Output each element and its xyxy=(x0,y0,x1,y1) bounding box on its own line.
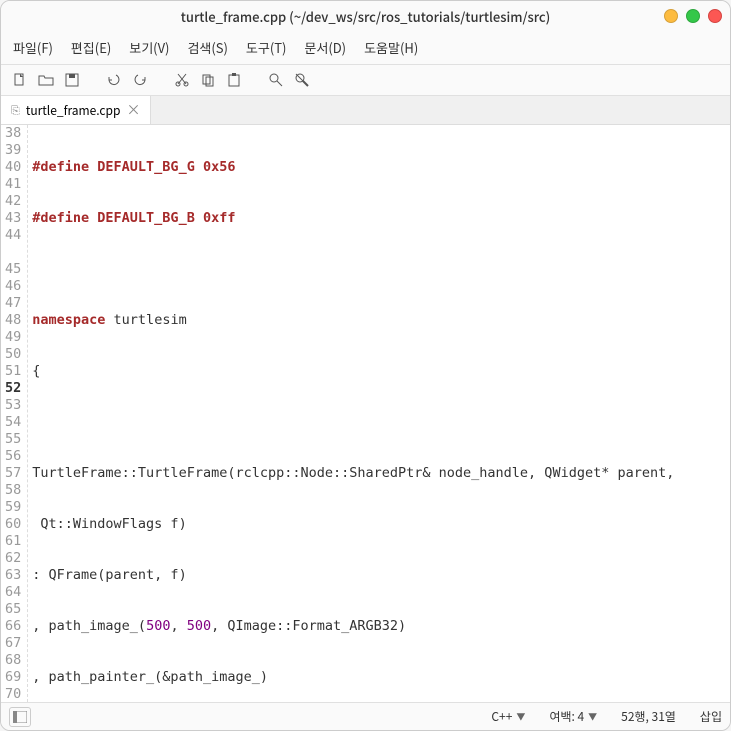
replace-icon[interactable] xyxy=(291,69,313,91)
tabbar: ⎘ turtle_frame.cpp × xyxy=(1,96,730,125)
menu-edit[interactable]: 편집(E) xyxy=(63,35,119,60)
window-controls xyxy=(664,9,722,23)
menubar: 파일(F) 편집(E) 보기(V) 검색(S) 도구(T) 문서(D) 도움말(… xyxy=(1,31,730,65)
open-file-icon[interactable] xyxy=(35,69,57,91)
menu-file[interactable]: 파일(F) xyxy=(5,35,61,60)
menu-search[interactable]: 검색(S) xyxy=(179,35,235,60)
close-button[interactable] xyxy=(708,9,722,23)
editor-window: turtle_frame.cpp (~/dev_ws/src/ros_tutor… xyxy=(0,0,731,731)
chevron-down-icon: ▼ xyxy=(588,710,597,723)
find-icon[interactable] xyxy=(265,69,287,91)
statusbar: C++ ▼ 여백: 4 ▼ 52행, 31열 삽입 xyxy=(1,702,730,730)
cursor-position: 52행, 31열 xyxy=(621,708,676,725)
paste-icon[interactable] xyxy=(223,69,245,91)
tab-close-icon[interactable]: × xyxy=(126,100,140,120)
language-selector[interactable]: C++ ▼ xyxy=(491,708,525,725)
line-gutter: 3839404142434445464748495051525354555657… xyxy=(1,125,28,702)
side-panel-icon[interactable] xyxy=(9,707,31,727)
tab-label: turtle_frame.cpp xyxy=(26,102,121,119)
window-title: turtle_frame.cpp (~/dev_ws/src/ros_tutor… xyxy=(181,7,550,26)
menu-tools[interactable]: 도구(T) xyxy=(238,35,295,60)
code-content[interactable]: #define DEFAULT_BG_G 0x56 #define DEFAUL… xyxy=(28,125,730,702)
titlebar: turtle_frame.cpp (~/dev_ws/src/ros_tutor… xyxy=(1,1,730,31)
save-file-icon[interactable] xyxy=(61,69,83,91)
copy-icon[interactable] xyxy=(197,69,219,91)
maximize-button[interactable] xyxy=(686,9,700,23)
menu-view[interactable]: 보기(V) xyxy=(121,35,177,60)
redo-icon[interactable] xyxy=(129,69,151,91)
tab-file[interactable]: ⎘ turtle_frame.cpp × xyxy=(1,96,151,124)
editor-area[interactable]: 3839404142434445464748495051525354555657… xyxy=(1,125,730,702)
cut-icon[interactable] xyxy=(171,69,193,91)
edit-mode: 삽입 xyxy=(700,708,722,725)
toolbar xyxy=(1,65,730,96)
file-icon: ⎘ xyxy=(11,102,20,118)
indent-selector[interactable]: 여백: 4 ▼ xyxy=(549,708,597,725)
menu-document[interactable]: 문서(D) xyxy=(296,35,354,60)
undo-icon[interactable] xyxy=(103,69,125,91)
chevron-down-icon: ▼ xyxy=(516,710,525,723)
new-file-icon[interactable] xyxy=(9,69,31,91)
minimize-button[interactable] xyxy=(664,9,678,23)
menu-help[interactable]: 도움말(H) xyxy=(356,35,426,60)
